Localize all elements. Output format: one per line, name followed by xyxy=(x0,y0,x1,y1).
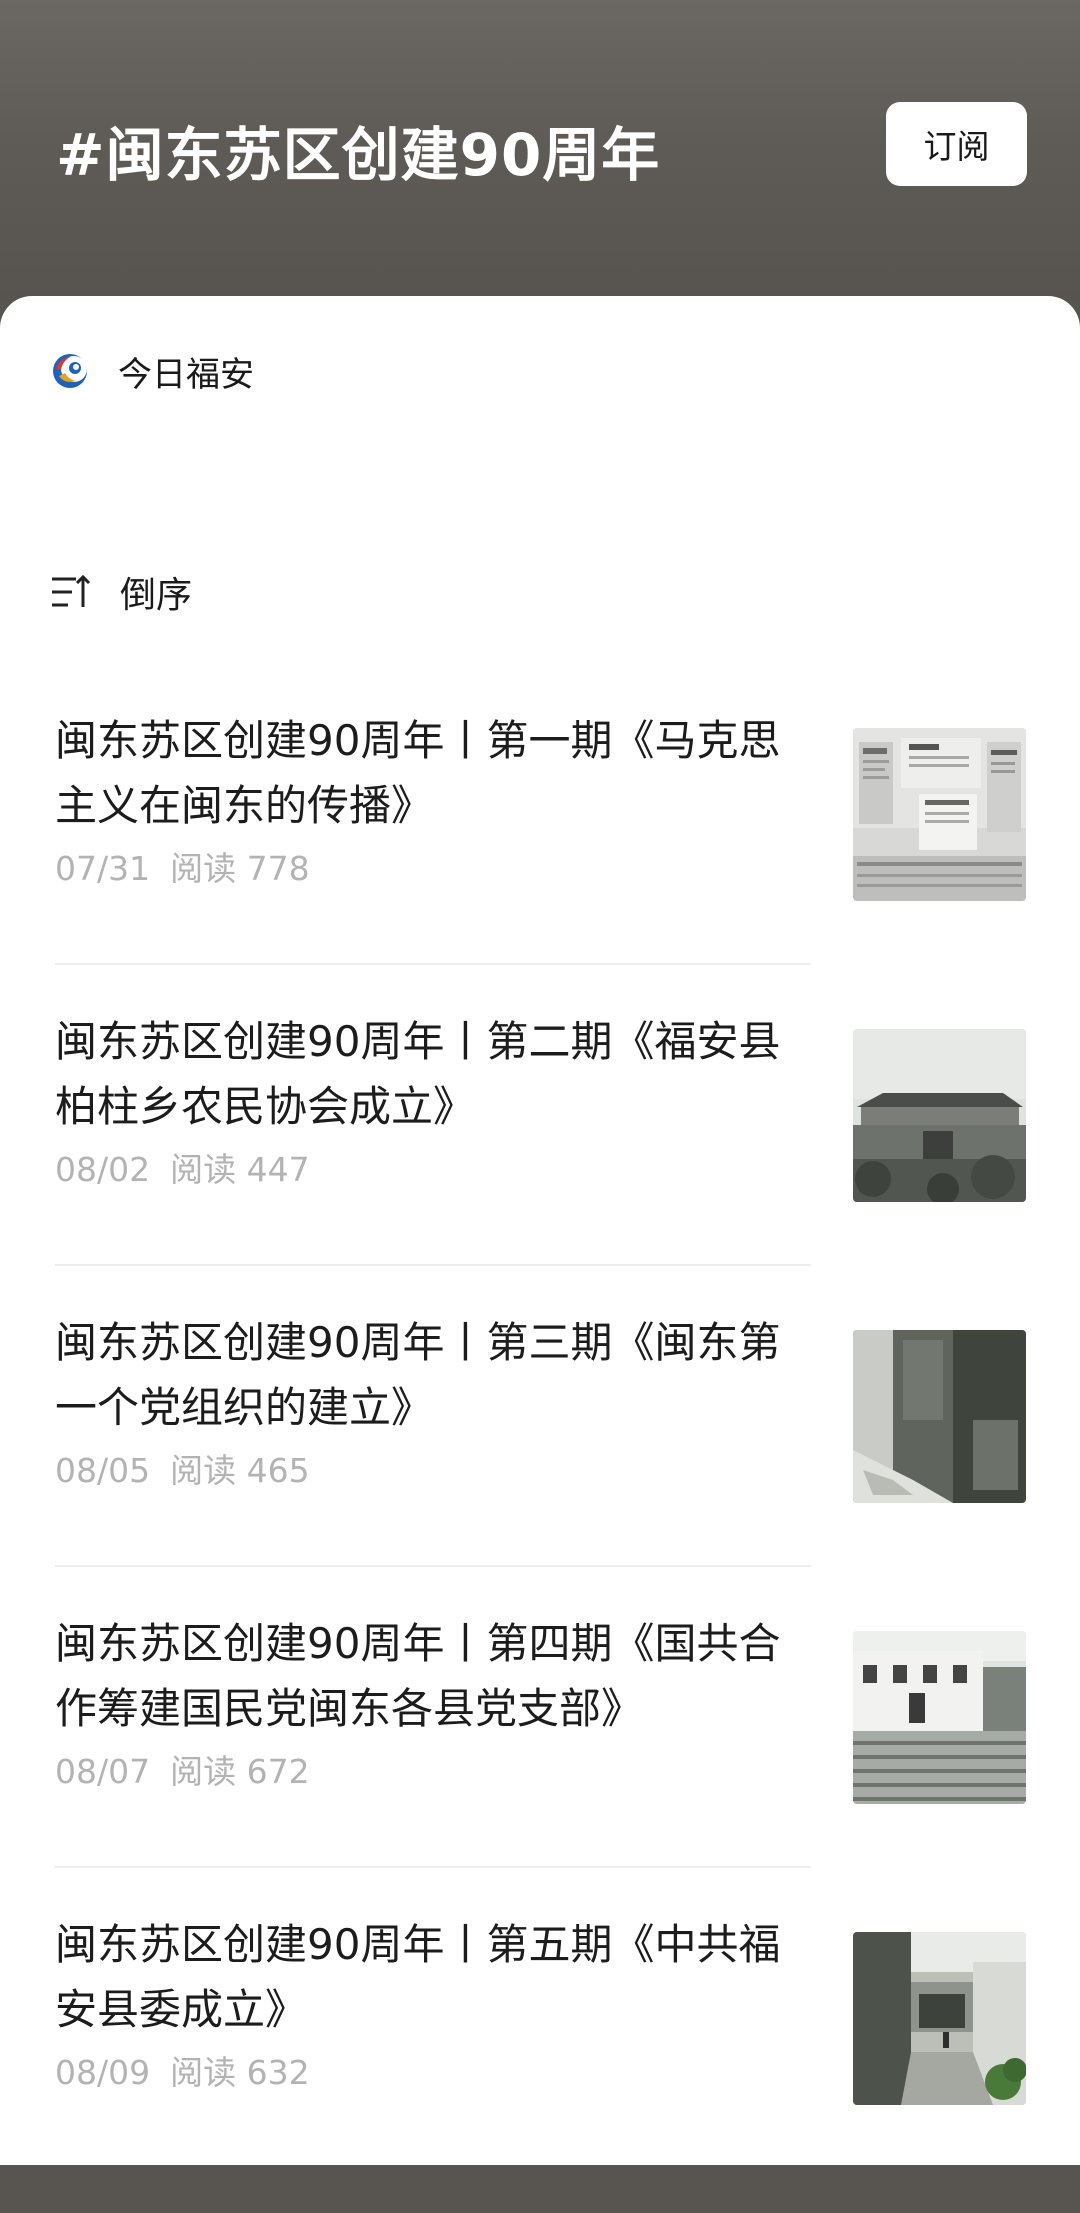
article-date: 08/05 xyxy=(55,1451,151,1490)
article-thumbnail xyxy=(853,728,1026,901)
article-thumbnail xyxy=(853,1932,1026,2105)
article-title: 闽东苏区创建90周年丨第五期《中共福安县委成立》 xyxy=(55,1920,781,2034)
article-meta: 08/09 阅读 632 xyxy=(55,2046,310,2094)
article-title: 闽东苏区创建90周年丨第四期《国共合作筹建国民党闽东各县党支部》 xyxy=(55,1619,781,1733)
article-read-count: 阅读 778 xyxy=(170,849,310,888)
article-item[interactable]: 闽东苏区创建90周年丨第二期《福安县柏柱乡农民协会成立》 08/02 阅读 447 xyxy=(0,1009,1080,1310)
source-logo-icon xyxy=(53,354,87,388)
article-date: 07/31 xyxy=(55,849,151,888)
article-title: 闽东苏区创建90周年丨第一期《马克思主义在闽东的传播》 xyxy=(55,716,781,830)
article-read-count: 阅读 672 xyxy=(170,1752,310,1791)
article-thumbnail xyxy=(853,1330,1026,1503)
source-account[interactable]: 今日福安 xyxy=(50,346,254,396)
topic-title: #闽东苏区创建90周年 xyxy=(56,121,661,189)
article-title: 闽东苏区创建90周年丨第三期《闽东第一个党组织的建立》 xyxy=(55,1318,781,1432)
article-read-count: 阅读 447 xyxy=(170,1150,310,1189)
article-thumbnail xyxy=(853,1029,1026,1202)
content-card: 今日福安 倒序 闽东苏区创建90周年丨第一期《马克思主义在闽东的传播》 07/3… xyxy=(0,296,1080,2165)
article-list: 闽东苏区创建90周年丨第一期《马克思主义在闽东的传播》 07/31 阅读 778 xyxy=(0,708,1080,2213)
article-meta: 08/07 阅读 672 xyxy=(55,1745,310,1793)
divider xyxy=(55,1264,811,1266)
sort-label: 倒序 xyxy=(120,575,193,616)
article-meta: 08/02 阅读 447 xyxy=(55,1143,310,1191)
article-title: 闽东苏区创建90周年丨第二期《福安县柏柱乡农民协会成立》 xyxy=(55,1017,781,1131)
divider xyxy=(55,1565,811,1567)
divider xyxy=(55,963,811,965)
article-item[interactable]: 闽东苏区创建90周年丨第四期《国共合作筹建国民党闽东各县党支部》 08/07 阅读… xyxy=(0,1611,1080,1912)
article-thumbnail xyxy=(853,1631,1026,1804)
sort-toggle[interactable]: 倒序 xyxy=(50,564,192,620)
article-meta: 07/31 阅读 778 xyxy=(55,842,310,890)
article-date: 08/02 xyxy=(55,1150,151,1189)
sort-order-icon xyxy=(52,574,91,607)
subscribe-button[interactable]: 订阅 xyxy=(886,102,1027,186)
article-item[interactable]: 闽东苏区创建90周年丨第五期《中共福安县委成立》 08/09 阅读 632 xyxy=(0,1912,1080,2213)
article-read-count: 阅读 632 xyxy=(170,2053,310,2092)
article-item[interactable]: 闽东苏区创建90周年丨第一期《马克思主义在闽东的传播》 07/31 阅读 778 xyxy=(0,708,1080,1009)
article-date: 08/07 xyxy=(55,1752,151,1791)
article-date: 08/09 xyxy=(55,2053,151,2092)
article-meta: 08/05 阅读 465 xyxy=(55,1444,310,1492)
article-item[interactable]: 闽东苏区创建90周年丨第三期《闽东第一个党组织的建立》 08/05 阅读 465 xyxy=(0,1310,1080,1611)
topic-header: #闽东苏区创建90周年 订阅 xyxy=(0,0,1080,300)
source-name: 今日福安 xyxy=(118,354,254,395)
divider xyxy=(55,1866,811,1868)
article-read-count: 阅读 465 xyxy=(170,1451,310,1490)
